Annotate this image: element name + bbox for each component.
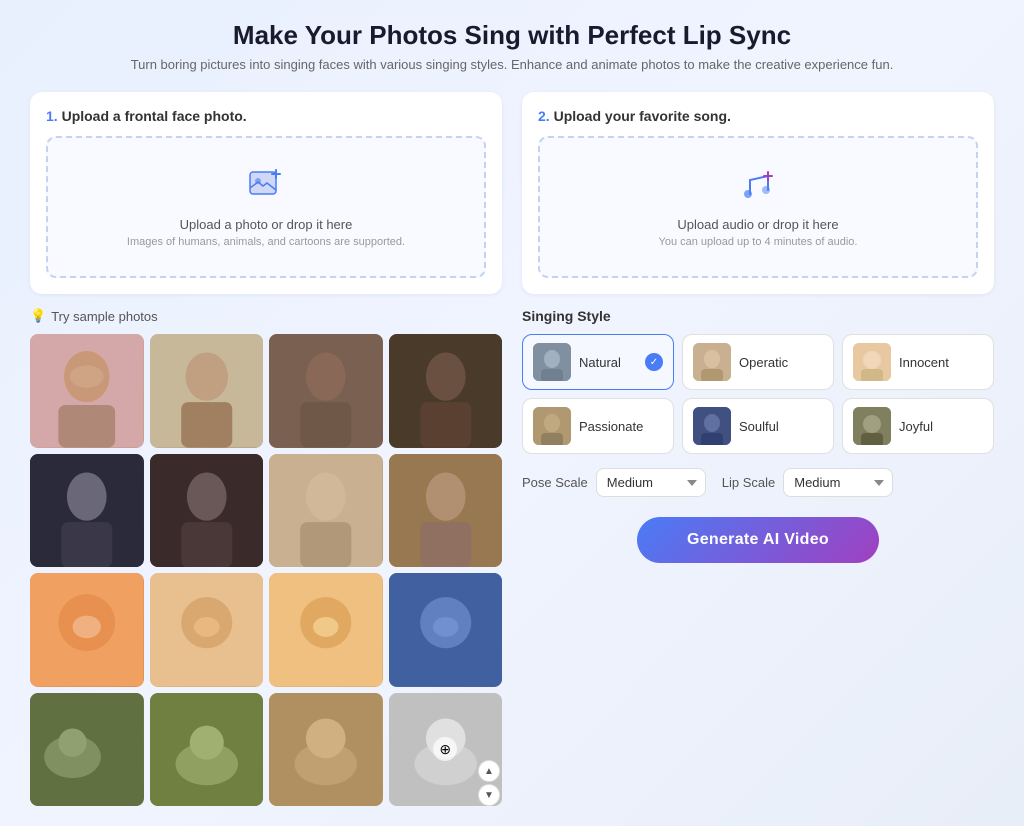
photo-upload-title: 1. Upload a frontal face photo.	[46, 108, 486, 124]
generate-button[interactable]: Generate AI Video	[637, 517, 879, 563]
scale-row: Pose Scale Low Medium High Lip Scale Low…	[522, 468, 994, 497]
sample-photo-6[interactable]	[150, 454, 264, 568]
sample-section: 💡 Try sample photos	[30, 308, 502, 806]
style-joyful-thumb	[853, 407, 891, 445]
style-soulful-thumb	[693, 407, 731, 445]
photo-upload-main-text: Upload a photo or drop it here	[180, 217, 353, 232]
scroll-arrows: ▲ ▼	[478, 760, 500, 806]
audio-upload-icon	[740, 166, 776, 209]
sample-photo-15[interactable]	[269, 693, 383, 807]
sample-photo-1[interactable]	[30, 334, 144, 448]
photo-upload-zone[interactable]: Upload a photo or drop it here Images of…	[46, 136, 486, 278]
left-panel: 1. Upload a frontal face photo. Upload a…	[30, 92, 502, 806]
pose-scale-group: Pose Scale Low Medium High	[522, 468, 706, 497]
photo-upload-card: 1. Upload a frontal face photo. Upload a…	[30, 92, 502, 294]
lip-scale-select[interactable]: Low Medium High	[783, 468, 893, 497]
scroll-up-button[interactable]: ▲	[478, 760, 500, 782]
style-innocent[interactable]: Innocent	[842, 334, 994, 390]
audio-upload-title: 2. Upload your favorite song.	[538, 108, 978, 124]
singing-style-section: Singing Style Natural ✓	[522, 308, 994, 563]
sample-photo-10[interactable]	[150, 573, 264, 687]
style-passionate-label: Passionate	[579, 419, 663, 434]
sample-title: 💡 Try sample photos	[30, 308, 502, 324]
sample-photo-5[interactable]	[30, 454, 144, 568]
sample-emoji: 💡	[30, 308, 46, 324]
style-passionate[interactable]: Passionate	[522, 398, 674, 454]
style-natural[interactable]: Natural ✓	[522, 334, 674, 390]
sample-photo-2[interactable]	[150, 334, 264, 448]
style-grid: Natural ✓ Operatic	[522, 334, 994, 454]
style-natural-thumb	[533, 343, 571, 381]
step-2-num: 2.	[538, 108, 550, 124]
sample-photo-13[interactable]	[30, 693, 144, 807]
style-passionate-thumb	[533, 407, 571, 445]
page-subtitle: Turn boring pictures into singing faces …	[30, 57, 994, 72]
photo-upload-label: Upload a frontal face photo.	[62, 108, 247, 124]
scroll-down-button[interactable]: ▼	[478, 784, 500, 806]
style-joyful[interactable]: Joyful	[842, 398, 994, 454]
audio-upload-label: Upload your favorite song.	[554, 108, 731, 124]
style-natural-check: ✓	[645, 353, 663, 371]
singing-style-label: Singing Style	[522, 308, 994, 324]
style-innocent-thumb	[853, 343, 891, 381]
audio-upload-sub-text: You can upload up to 4 minutes of audio.	[659, 236, 858, 248]
photo-grid: ⊕	[30, 334, 502, 806]
audio-upload-main-text: Upload audio or drop it here	[677, 217, 838, 232]
step-1-num: 1.	[46, 108, 58, 124]
sample-photo-7[interactable]	[269, 454, 383, 568]
right-panel: 2. Upload your favorite song. Upload aud…	[522, 92, 994, 806]
lip-scale-label: Lip Scale	[722, 475, 775, 490]
page-header: Make Your Photos Sing with Perfect Lip S…	[30, 20, 994, 72]
sample-photo-4[interactable]	[389, 334, 503, 448]
audio-upload-zone[interactable]: Upload audio or drop it here You can upl…	[538, 136, 978, 278]
style-soulful[interactable]: Soulful	[682, 398, 834, 454]
photo-upload-icon	[248, 166, 284, 209]
sample-photo-3[interactable]	[269, 334, 383, 448]
style-joyful-label: Joyful	[899, 419, 983, 434]
main-content: 1. Upload a frontal face photo. Upload a…	[30, 92, 994, 806]
pose-scale-label: Pose Scale	[522, 475, 588, 490]
generate-section: Generate AI Video	[522, 517, 994, 563]
sample-label: Try sample photos	[51, 309, 157, 324]
page: Make Your Photos Sing with Perfect Lip S…	[0, 0, 1024, 826]
sample-photo-12[interactable]	[389, 573, 503, 687]
style-soulful-label: Soulful	[739, 419, 823, 434]
style-innocent-label: Innocent	[899, 355, 983, 370]
sample-photo-8[interactable]	[389, 454, 503, 568]
style-operatic-thumb	[693, 343, 731, 381]
lip-scale-group: Lip Scale Low Medium High	[722, 468, 893, 497]
photo-upload-sub-text: Images of humans, animals, and cartoons …	[127, 236, 405, 248]
photo-grid-wrapper: ⊕ ▲ ▼	[30, 334, 502, 806]
sample-photo-14[interactable]	[150, 693, 264, 807]
audio-upload-card: 2. Upload your favorite song. Upload aud…	[522, 92, 994, 294]
style-natural-label: Natural	[579, 355, 637, 370]
page-title: Make Your Photos Sing with Perfect Lip S…	[30, 20, 994, 51]
pose-scale-select[interactable]: Low Medium High	[596, 468, 706, 497]
style-operatic[interactable]: Operatic	[682, 334, 834, 390]
sample-photo-11[interactable]	[269, 573, 383, 687]
style-operatic-label: Operatic	[739, 355, 823, 370]
sample-photo-9[interactable]	[30, 573, 144, 687]
scroll-indicator-icon: ⊕	[433, 737, 457, 761]
